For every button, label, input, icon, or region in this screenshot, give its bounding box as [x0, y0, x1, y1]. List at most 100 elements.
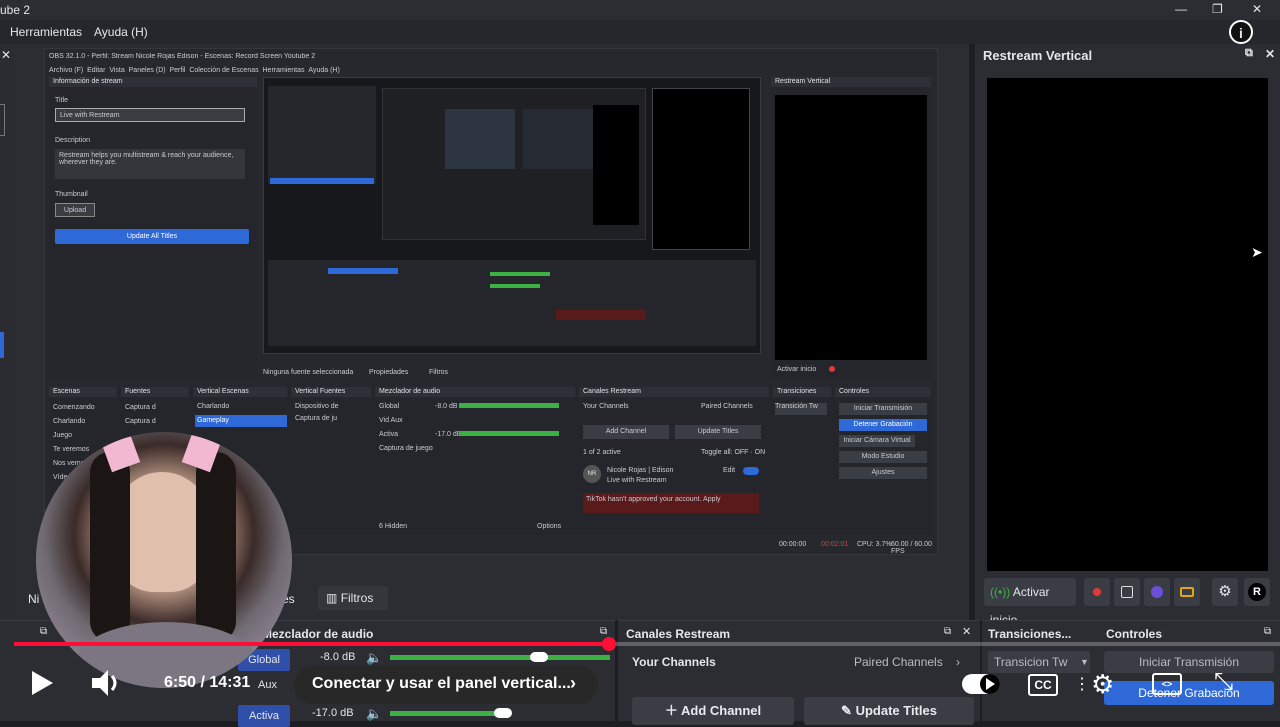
- channel-sub: Live with Restream: [607, 477, 667, 484]
- minimize-button[interactable]: —: [1175, 2, 1187, 16]
- autoplay-toggle[interactable]: [962, 674, 1000, 694]
- nested-virtual-cam[interactable]: Iniciar Cámara Virtual: [839, 435, 915, 447]
- play-icon[interactable]: [30, 670, 54, 702]
- float-icon[interactable]: ⧉: [944, 626, 951, 637]
- plus-icon: ＋: [664, 703, 678, 718]
- info-icon[interactable]: i: [1229, 20, 1253, 44]
- scene-item[interactable]: Juego: [53, 429, 95, 443]
- nested-start-stream[interactable]: Iniciar Transmisión: [839, 403, 927, 415]
- update-all-titles-button[interactable]: Update All Titles: [55, 229, 249, 244]
- recursive-blue-bar: [270, 178, 374, 184]
- title-field[interactable]: Live with Restream: [55, 108, 245, 122]
- update-titles-button[interactable]: ✎ Update Titles: [804, 697, 974, 725]
- recursive-scene-sel: [328, 268, 398, 274]
- progress-scrubber[interactable]: [602, 637, 616, 651]
- start-stream-button[interactable]: Iniciar Transmisión: [1104, 651, 1274, 673]
- stop-button[interactable]: [1114, 578, 1140, 606]
- nested-controles-title: Controles: [835, 387, 931, 397]
- float-icon[interactable]: ⧉: [40, 626, 47, 637]
- close-icon[interactable]: ✕: [1, 48, 11, 62]
- menu-herramientas[interactable]: Herramientas: [10, 25, 82, 39]
- tiktok-warning: TikTok hasn't approved your account. App…: [583, 493, 759, 513]
- restream-logo: R: [1248, 583, 1266, 601]
- close-icon[interactable]: ✕: [962, 625, 971, 638]
- scene-item[interactable]: Comenzando: [53, 401, 95, 415]
- float-icon[interactable]: ⧉: [1264, 626, 1271, 637]
- fullscreen-icon[interactable]: ⤡: [1214, 668, 1233, 696]
- recursive-docks: [268, 260, 756, 346]
- upload-button[interactable]: Upload: [55, 203, 95, 217]
- vertical-source-item[interactable]: Dispositivo de: [295, 403, 339, 410]
- channel-edit[interactable]: Edit: [723, 467, 735, 474]
- chapter-button[interactable]: Conectar y usar el panel vertical... ›: [294, 666, 598, 704]
- description-field[interactable]: Restream helps you multistream & reach y…: [55, 149, 245, 179]
- captions-icon[interactable]: CC: [1028, 674, 1058, 696]
- scene-item[interactable]: Te veremos: [53, 443, 95, 457]
- nested-menu: Archivo (F) Editar Vista Paneles (D) Per…: [49, 67, 340, 74]
- close-window-button[interactable]: ✕: [1252, 2, 1262, 16]
- recursive-inner: [382, 88, 646, 240]
- maximize-button[interactable]: ❐: [1212, 2, 1223, 16]
- vertical-source-item[interactable]: Captura de ju: [295, 415, 337, 422]
- nested-fuentes-list: Captura d Captura d: [125, 401, 156, 429]
- controles-dock-title: Controles: [1106, 627, 1163, 641]
- speaker-icon[interactable]: 🔈: [366, 650, 382, 666]
- record-button[interactable]: [1084, 578, 1110, 606]
- filtros-tab[interactable]: ▥ Filtros: [318, 586, 388, 610]
- nested-studio-mode[interactable]: Modo Estudio: [839, 451, 927, 463]
- add-channel-button[interactable]: ＋ Add Channel: [632, 697, 794, 725]
- replay-button[interactable]: [1174, 578, 1200, 606]
- float-icon[interactable]: ⧉: [600, 626, 607, 637]
- broadcast-icon: ((•)): [990, 585, 1011, 599]
- your-channels-label: Your Channels: [632, 655, 716, 669]
- nested-escenas-title: Escenas: [49, 387, 117, 397]
- mixer-global-db: -8.0 dB: [320, 651, 356, 663]
- source-item[interactable]: Captura d: [125, 415, 156, 429]
- vertical-scene-item-selected[interactable]: Gameplay: [195, 415, 287, 427]
- source-item[interactable]: Captura d: [125, 401, 156, 415]
- miniplayer-icon[interactable]: <>: [1152, 673, 1182, 695]
- apply-link[interactable]: Apply: [703, 496, 721, 503]
- float-icon[interactable]: ⧉: [1245, 47, 1253, 60]
- camera-icon: [1151, 586, 1163, 598]
- settings-gear-icon[interactable]: ⚙: [1212, 578, 1238, 606]
- nested-stop-recording[interactable]: Detener Grabación: [839, 419, 927, 431]
- nested-trans-select[interactable]: Transición Tw: [775, 403, 827, 415]
- recursive-inner-tile: [445, 109, 515, 169]
- propiedades-tab[interactable]: Propiedades: [369, 369, 408, 376]
- activate-button[interactable]: ((•)) Activar inicio: [984, 578, 1076, 627]
- mixer-activa-label[interactable]: Activa: [238, 705, 290, 727]
- nested-canales-title: Canales Restream: [579, 387, 769, 397]
- scene-item[interactable]: Charlando: [53, 415, 95, 429]
- restream-logo-button[interactable]: R: [1244, 578, 1270, 606]
- mixer-activa-slider[interactable]: [494, 708, 512, 718]
- collapsed-blue-button[interactable]: [0, 332, 4, 358]
- filtros-tab[interactable]: Filtros: [429, 369, 448, 376]
- nested-controles: Controles Iniciar Transmisión Detener Gr…: [835, 387, 931, 535]
- close-icon[interactable]: ✕: [1265, 47, 1275, 61]
- vertical-canvas[interactable]: [987, 78, 1268, 571]
- channel-toggle[interactable]: [743, 467, 759, 475]
- warning-text: TikTok hasn't approved your account.: [586, 496, 702, 503]
- chapter-title: Conectar y usar el panel vertical...: [312, 675, 571, 692]
- nested-activate[interactable]: Activar inicio: [777, 366, 816, 373]
- vertical-scene-item[interactable]: Charlando: [197, 403, 229, 410]
- left-dock-strip: ✕: [0, 44, 14, 620]
- toggle-all[interactable]: Toggle all: OFF · ON: [701, 449, 765, 456]
- transition-select[interactable]: Transicion Tw ▼: [988, 651, 1090, 673]
- stop-recording-button[interactable]: Detener Grabación: [1104, 681, 1274, 705]
- volume-icon[interactable]: [90, 668, 124, 703]
- paired-channels-link[interactable]: Paired Channels: [854, 655, 943, 669]
- mixer-options[interactable]: Options: [537, 523, 561, 530]
- mixer-meter: [459, 431, 559, 436]
- settings-icon[interactable]: ⚙: [1091, 669, 1114, 700]
- more-vertical-icon[interactable]: ⋮: [1074, 674, 1090, 694]
- paired-channels-label[interactable]: Paired Channels: [701, 403, 753, 410]
- virtual-cam-button[interactable]: [1144, 578, 1170, 606]
- mixer-global-slider[interactable]: [530, 652, 548, 662]
- nested-settings[interactable]: Ajustes: [839, 467, 927, 479]
- nested-record-dot[interactable]: [829, 366, 835, 372]
- nested-update-titles[interactable]: Update Titles: [675, 425, 761, 439]
- menu-ayuda[interactable]: Ayuda (H): [94, 25, 148, 39]
- nested-add-channel[interactable]: Add Channel: [583, 425, 669, 439]
